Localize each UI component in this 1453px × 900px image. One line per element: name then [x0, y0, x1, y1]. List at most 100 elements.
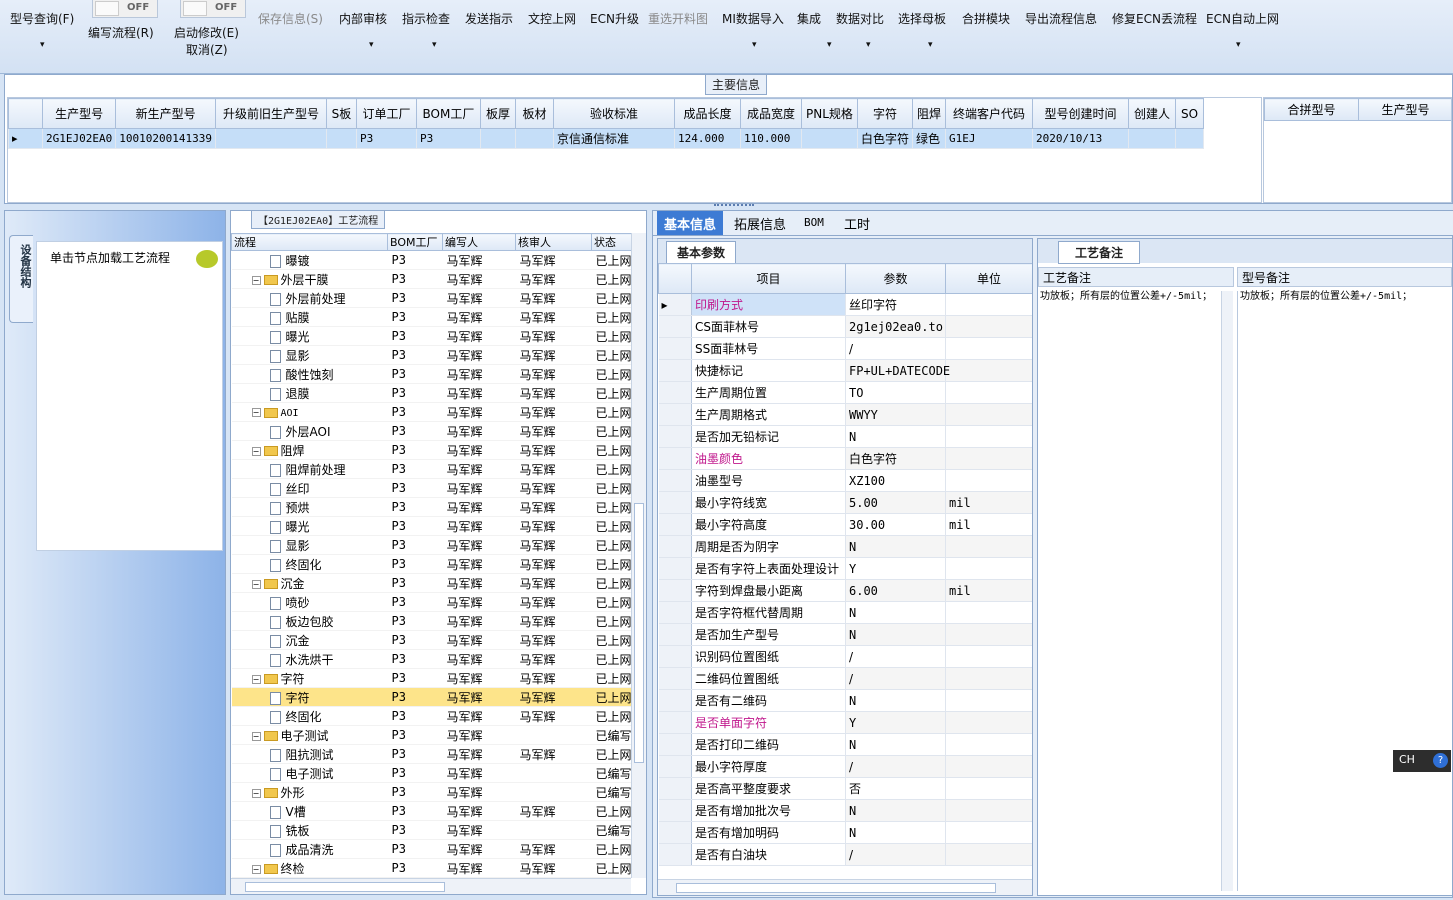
- toolbar-button-7[interactable]: 发送指示: [465, 10, 513, 27]
- param-value[interactable]: /: [845, 337, 946, 360]
- toolbar-button-10[interactable]: 重选开料图: [648, 10, 708, 27]
- process-node[interactable]: 阻焊前处理: [231, 459, 388, 479]
- process-node[interactable]: − 字符: [231, 668, 388, 688]
- collapse-icon[interactable]: −: [251, 446, 261, 456]
- process-row[interactable]: 贴膜 P3 马军辉 马军辉 已上网: [231, 307, 631, 327]
- process-row[interactable]: − 终检 P3 马军辉 马军辉 已上网: [231, 858, 631, 878]
- merge-column-header[interactable]: 合拼型号: [1264, 98, 1359, 121]
- process-node[interactable]: 喷砂: [231, 592, 388, 612]
- process-node[interactable]: 预烘: [231, 497, 388, 517]
- params-column-header[interactable]: 参数: [845, 263, 946, 294]
- toolbar-button-0[interactable]: 型号查询(F): [10, 10, 74, 27]
- process-hscrollbar[interactable]: [231, 878, 631, 894]
- process-node[interactable]: − 终检: [231, 858, 388, 878]
- param-value[interactable]: N: [845, 425, 946, 448]
- process-node[interactable]: 板边包胶: [231, 611, 388, 631]
- process-row[interactable]: − 阻焊 P3 马军辉 马军辉 已上网: [231, 440, 631, 460]
- dropdown-arrow-icon[interactable]: ▾: [928, 40, 933, 50]
- param-value[interactable]: Y: [845, 711, 946, 734]
- process-row[interactable]: 显影 P3 马军辉 马军辉 已上网: [231, 345, 631, 365]
- process-row[interactable]: 沉金 P3 马军辉 马军辉 已上网: [231, 630, 631, 650]
- process-node[interactable]: V槽: [231, 801, 388, 821]
- process-node[interactable]: − 沉金: [231, 573, 388, 593]
- process-row[interactable]: 终固化 P3 马军辉 马军辉 已上网: [231, 706, 631, 726]
- vtab-equipment[interactable]: 设备结构: [9, 235, 33, 323]
- process-node[interactable]: 终固化: [231, 554, 388, 574]
- process-row[interactable]: − 电子测试 P3 马军辉 已编写: [231, 725, 631, 745]
- column-header[interactable]: 成品宽度: [739, 98, 802, 129]
- process-row[interactable]: 显影 P3 马军辉 马军辉 已上网: [231, 535, 631, 555]
- process-row[interactable]: − 字符 P3 马军辉 马军辉 已上网: [231, 668, 631, 688]
- process-node[interactable]: − 外形: [231, 782, 388, 802]
- process-row[interactable]: 酸性蚀刻 P3 马军辉 马军辉 已上网: [231, 364, 631, 384]
- process-hscroll-thumb[interactable]: [245, 882, 445, 892]
- process-column-header[interactable]: 流程: [231, 233, 388, 251]
- params-column-header[interactable]: 项目: [691, 263, 846, 294]
- param-row[interactable]: 最小字符线宽 5.00 mil: [658, 491, 1032, 514]
- speech-bubble-icon[interactable]: [196, 250, 218, 268]
- process-node[interactable]: 水洗烘干: [231, 649, 388, 669]
- help-icon[interactable]: ?: [1433, 753, 1448, 768]
- param-row[interactable]: 油墨颜色 白色字符: [658, 447, 1032, 470]
- column-header[interactable]: 新生产型号: [115, 98, 216, 129]
- toolbar-button-4[interactable]: 保存信息(S): [258, 10, 323, 27]
- param-row[interactable]: 生产周期位置 TO: [658, 381, 1032, 404]
- param-value[interactable]: N: [845, 733, 946, 756]
- table-cell[interactable]: 白色字符: [856, 128, 913, 149]
- toolbar-button-16[interactable]: 导出流程信息: [1025, 10, 1097, 27]
- params-hscrollbar[interactable]: [658, 879, 1032, 895]
- param-row[interactable]: 识别码位置图纸 /: [658, 645, 1032, 668]
- param-row[interactable]: 字符到焊盘最小距离 6.00 mil: [658, 579, 1032, 602]
- process-row[interactable]: 曝镀 P3 马军辉 马军辉 已上网: [231, 250, 631, 270]
- process-row[interactable]: 成品清洗 P3 马军辉 马军辉 已上网: [231, 839, 631, 859]
- param-row[interactable]: 是否高平整度要求否: [658, 777, 1032, 800]
- basic-params-tab[interactable]: 基本参数: [666, 241, 737, 264]
- process-vscroll-thumb[interactable]: [634, 503, 644, 763]
- param-value[interactable]: /: [845, 667, 946, 690]
- process-node[interactable]: 贴膜: [231, 307, 388, 327]
- column-header[interactable]: 成品长度: [673, 98, 741, 129]
- column-header[interactable]: 板材: [514, 98, 554, 129]
- process-node[interactable]: 外层前处理: [231, 288, 388, 308]
- process-node[interactable]: 成品清洗: [231, 839, 388, 859]
- process-node[interactable]: 曝光: [231, 516, 388, 536]
- toolbar-button-17[interactable]: 修复ECN丢流程: [1112, 10, 1197, 27]
- process-row[interactable]: 阻焊前处理 P3 马军辉 马军辉 已上网: [231, 459, 631, 479]
- info-tab-2[interactable]: BOM: [797, 211, 831, 235]
- process-node[interactable]: 曝光: [231, 326, 388, 346]
- process-row[interactable]: − 外形 P3 马军辉 已编写: [231, 782, 631, 802]
- param-row[interactable]: 是否有增加批次号 N: [658, 799, 1032, 822]
- process-node[interactable]: 酸性蚀刻: [231, 364, 388, 384]
- toolbar-button-11[interactable]: MI数据导入: [722, 10, 784, 27]
- toolbar-button-14[interactable]: 选择母板: [898, 10, 946, 27]
- column-header[interactable]: 型号创建时间: [1031, 98, 1129, 129]
- param-value[interactable]: 丝印字符: [845, 293, 946, 316]
- dropdown-arrow-icon[interactable]: ▾: [866, 40, 871, 50]
- toolbar-button-3[interactable]: 取消(Z): [186, 41, 228, 58]
- params-column-header[interactable]: 单位: [945, 263, 1032, 294]
- dropdown-arrow-icon[interactable]: ▾: [40, 40, 45, 50]
- table-cell[interactable]: P3: [415, 128, 481, 149]
- info-tab-0[interactable]: 基本信息: [657, 211, 724, 235]
- param-row[interactable]: 是否单面字符 Y: [658, 711, 1032, 734]
- process-column-header[interactable]: 编写人: [442, 233, 516, 251]
- param-value[interactable]: TO: [845, 381, 946, 404]
- toolbar-button-6[interactable]: 指示检查: [402, 10, 450, 27]
- table-cell[interactable]: 绿色: [911, 128, 946, 149]
- toolbar-button-2[interactable]: 启动修改(E): [174, 24, 239, 41]
- dropdown-arrow-icon[interactable]: ▾: [369, 40, 374, 50]
- param-value[interactable]: 2g1ej02ea0.to: [845, 315, 946, 338]
- process-row[interactable]: V槽 P3 马军辉 马军辉 已上网: [231, 801, 631, 821]
- table-cell[interactable]: 110.000: [739, 128, 802, 149]
- param-row[interactable]: 是否加无铅标记 N: [658, 425, 1032, 448]
- param-value[interactable]: FP+UL+DATECODE: [845, 359, 950, 382]
- process-row[interactable]: 曝光 P3 马军辉 马军辉 已上网: [231, 516, 631, 536]
- toolbar-button-5[interactable]: 内部审核: [339, 10, 387, 27]
- column-header[interactable]: 板厚: [479, 98, 516, 129]
- process-node[interactable]: 显影: [231, 345, 388, 365]
- toolbar-button-8[interactable]: 文控上网: [528, 10, 576, 27]
- param-value[interactable]: /: [845, 755, 946, 778]
- process-node[interactable]: − AOI: [231, 402, 388, 422]
- process-column-header[interactable]: 状态: [591, 233, 631, 251]
- param-row[interactable]: 生产周期格式 WWYY: [658, 403, 1032, 426]
